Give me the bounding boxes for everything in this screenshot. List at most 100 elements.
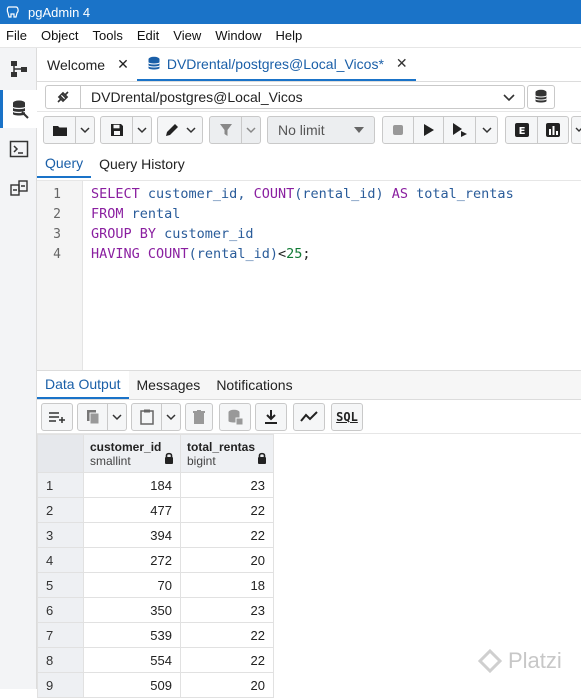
copy-button[interactable] <box>78 404 107 430</box>
explain-analyze-button[interactable] <box>537 117 568 143</box>
table-row[interactable]: 635023 <box>38 598 274 623</box>
object-explorer-icon[interactable] <box>0 50 37 88</box>
sql-button[interactable]: SQL <box>331 403 363 431</box>
new-connection-button[interactable] <box>527 85 555 109</box>
close-icon[interactable]: ✕ <box>396 55 408 72</box>
code-token: customer_id <box>156 226 254 242</box>
table-cell[interactable]: 22 <box>181 648 274 673</box>
table-row[interactable]: 855422 <box>38 648 274 673</box>
table-row[interactable]: 247722 <box>38 498 274 523</box>
row-number[interactable]: 4 <box>38 548 84 573</box>
code-line: FROM rental <box>91 206 180 222</box>
table-row[interactable]: 57018 <box>38 573 274 598</box>
column-header[interactable]: total_rentas bigint <box>181 435 274 473</box>
menu-view[interactable]: View <box>173 28 201 43</box>
explain-button[interactable]: E <box>506 117 537 143</box>
download-button[interactable] <box>255 403 287 431</box>
psql-terminal-icon[interactable] <box>0 130 37 168</box>
close-icon[interactable]: ✕ <box>117 56 129 73</box>
paste-button[interactable] <box>132 404 161 430</box>
edit-dropdown-button[interactable] <box>157 116 203 144</box>
copy-dropdown[interactable] <box>107 404 126 430</box>
menu-edit[interactable]: Edit <box>137 28 159 43</box>
table-cell[interactable]: 22 <box>181 623 274 648</box>
stop-button[interactable] <box>383 117 413 143</box>
save-data-button[interactable] <box>219 403 251 431</box>
graph-visualiser-button[interactable] <box>293 403 325 431</box>
open-file-dropdown[interactable] <box>75 117 94 143</box>
row-number[interactable]: 1 <box>38 473 84 498</box>
tab-query-tool[interactable]: DVDrental/postgres@Local_Vicos* ✕ <box>137 48 416 81</box>
table-cell[interactable]: 184 <box>84 473 181 498</box>
table-row[interactable]: 427220 <box>38 548 274 573</box>
menu-help[interactable]: Help <box>276 28 303 43</box>
table-row[interactable]: 950920 <box>38 673 274 698</box>
table-cell[interactable]: 23 <box>181 598 274 623</box>
filter-button[interactable] <box>210 117 241 143</box>
execute-script-button[interactable] <box>443 117 475 143</box>
menu-file[interactable]: File <box>6 28 27 43</box>
row-number[interactable]: 2 <box>38 498 84 523</box>
tab-query[interactable]: Query <box>37 150 91 178</box>
open-file-button[interactable] <box>44 117 75 143</box>
more-dropdown[interactable] <box>571 116 581 144</box>
code-token: SELECT <box>91 186 140 202</box>
menu-tools[interactable]: Tools <box>93 28 123 43</box>
schema-diff-icon[interactable] <box>0 170 37 208</box>
connection-select[interactable]: DVDrental/postgres@Local_Vicos <box>45 85 525 109</box>
grid-corner[interactable] <box>38 435 84 473</box>
tab-welcome[interactable]: Welcome ✕ <box>37 48 137 81</box>
column-header[interactable]: customer_id smallint <box>84 435 181 473</box>
row-number[interactable]: 7 <box>38 623 84 648</box>
table-cell[interactable]: 554 <box>84 648 181 673</box>
code-token: GROUP BY <box>91 226 156 242</box>
bar-chart-icon <box>546 123 560 137</box>
table-cell[interactable]: 477 <box>84 498 181 523</box>
table-cell[interactable]: 22 <box>181 498 274 523</box>
table-cell[interactable]: 23 <box>181 473 274 498</box>
tab-query-history[interactable]: Query History <box>91 150 193 178</box>
line-chart-icon <box>300 411 318 423</box>
table-cell[interactable]: 509 <box>84 673 181 698</box>
tab-data-output[interactable]: Data Output <box>37 371 129 399</box>
row-limit-select[interactable]: No limit <box>267 116 375 144</box>
code-token: COUNT <box>254 186 295 202</box>
table-row[interactable]: 753922 <box>38 623 274 648</box>
row-limit-value: No limit <box>278 122 325 138</box>
code-token: COUNT <box>148 246 189 262</box>
filter-icon <box>219 123 233 137</box>
table-row[interactable]: 339422 <box>38 523 274 548</box>
query-tool-database-icon[interactable] <box>0 90 37 128</box>
row-number[interactable]: 8 <box>38 648 84 673</box>
chevron-down-icon <box>80 127 90 134</box>
row-number[interactable]: 6 <box>38 598 84 623</box>
table-cell[interactable]: 20 <box>181 548 274 573</box>
save-dropdown[interactable] <box>132 117 151 143</box>
sql-editor[interactable]: 1SELECT customer_id, COUNT(rental_id) AS… <box>37 180 581 370</box>
add-row-button[interactable] <box>41 403 73 431</box>
table-cell[interactable]: 539 <box>84 623 181 648</box>
row-number[interactable]: 9 <box>38 673 84 698</box>
execute-dropdown[interactable] <box>475 117 497 143</box>
delete-button[interactable] <box>185 403 213 431</box>
menu-window[interactable]: Window <box>215 28 261 43</box>
filter-dropdown[interactable] <box>241 117 260 143</box>
table-cell[interactable]: 350 <box>84 598 181 623</box>
row-number[interactable]: 3 <box>38 523 84 548</box>
save-button[interactable] <box>101 117 132 143</box>
tab-notifications[interactable]: Notifications <box>208 371 300 399</box>
table-row[interactable]: 118423 <box>38 473 274 498</box>
execute-button[interactable] <box>413 117 443 143</box>
table-cell[interactable]: 272 <box>84 548 181 573</box>
table-cell[interactable]: 70 <box>84 573 181 598</box>
table-cell[interactable]: 18 <box>181 573 274 598</box>
menu-object[interactable]: Object <box>41 28 79 43</box>
row-number[interactable]: 5 <box>38 573 84 598</box>
code-token: rental <box>124 206 181 222</box>
table-cell[interactable]: 20 <box>181 673 274 698</box>
tab-messages[interactable]: Messages <box>129 371 209 399</box>
table-cell[interactable]: 22 <box>181 523 274 548</box>
paste-dropdown[interactable] <box>161 404 180 430</box>
platzi-logo-icon <box>478 649 502 673</box>
table-cell[interactable]: 394 <box>84 523 181 548</box>
